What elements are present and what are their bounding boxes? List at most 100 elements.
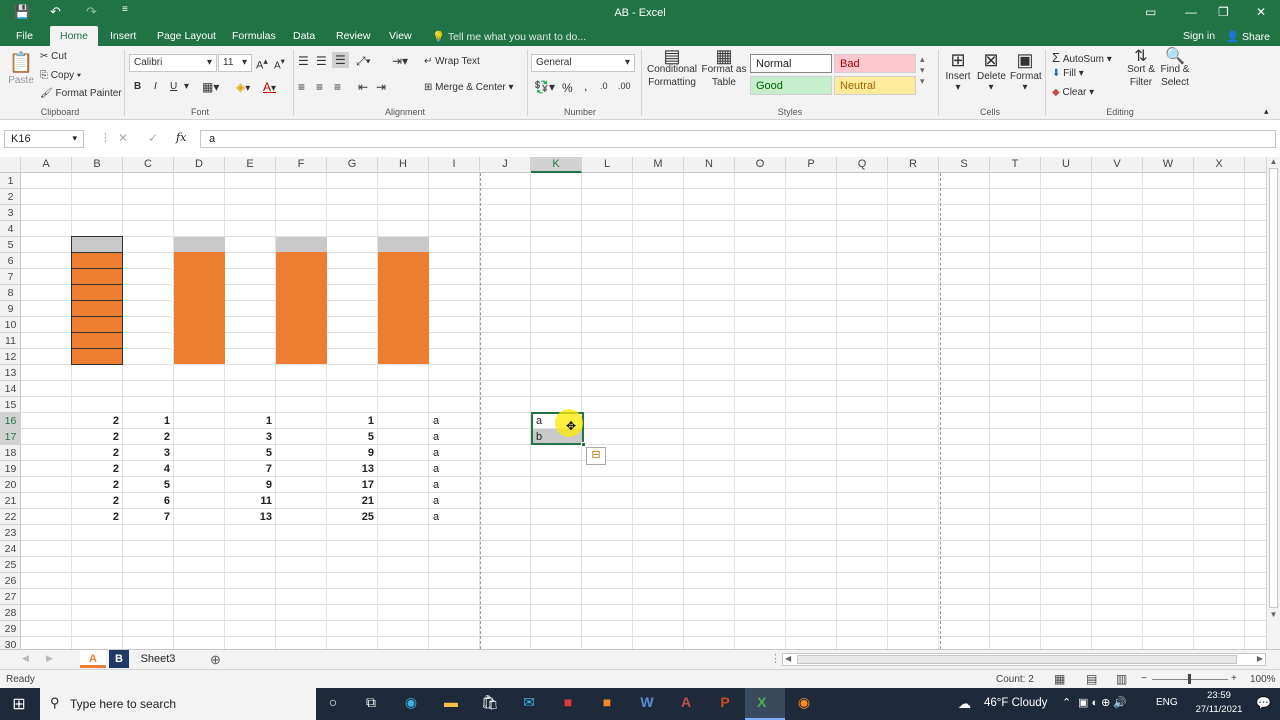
horizontal-scrollbar[interactable]: ◀ ▶ — [782, 653, 1266, 666]
windows-start-icon[interactable]: ⊞ — [8, 694, 30, 714]
prev-sheet-icon[interactable]: ◀ — [22, 653, 29, 664]
row-header-18[interactable]: 18 — [0, 445, 21, 461]
cell-c19[interactable]: 4 — [123, 461, 174, 477]
column-header-a[interactable]: A — [21, 157, 72, 173]
zoom-in-icon[interactable]: + — [1231, 673, 1237, 684]
cell-i21[interactable]: a — [429, 493, 480, 509]
column-header-i[interactable]: I — [429, 157, 480, 173]
cell-i20[interactable]: a — [429, 477, 480, 493]
sheet-tab-sheet3[interactable]: Sheet3 — [134, 650, 182, 668]
edge-icon[interactable]: ◉ — [400, 694, 422, 711]
font-size-decrease-button[interactable]: A▾ — [274, 56, 285, 71]
column-header-w[interactable]: W — [1143, 157, 1194, 173]
row-header-10[interactable]: 10 — [0, 317, 21, 333]
tab-insert[interactable]: Insert — [110, 30, 136, 42]
zoom-out-icon[interactable]: − — [1141, 673, 1147, 684]
row-header-27[interactable]: 27 — [0, 589, 21, 605]
cell-g16[interactable]: 1 — [327, 413, 378, 429]
row-header-12[interactable]: 12 — [0, 349, 21, 365]
style-normal[interactable]: Normal — [750, 54, 832, 73]
scroll-up-icon[interactable]: ▲ — [1267, 157, 1280, 166]
formula-input[interactable]: a — [200, 130, 1276, 148]
column-header-x[interactable]: X — [1194, 157, 1245, 173]
paste-button[interactable]: 📋 Paste — [8, 50, 34, 86]
bold-button[interactable]: B — [134, 81, 141, 92]
cancel-icon[interactable]: ✕ — [118, 131, 128, 145]
share-button[interactable]: 👤 Share — [1226, 30, 1270, 43]
cell-b17[interactable]: 2 — [72, 429, 123, 445]
align-left-icon[interactable]: ≡ — [298, 80, 305, 94]
row-header-26[interactable]: 26 — [0, 573, 21, 589]
column-header-e[interactable]: E — [225, 157, 276, 173]
row-header-24[interactable]: 24 — [0, 541, 21, 557]
currency-icon[interactable]: 💱▾ — [534, 80, 555, 94]
comma-style-button[interactable]: , — [584, 79, 587, 93]
delete-cells-button[interactable]: ⊠ Delete ▾ — [977, 50, 1006, 93]
underline-dropdown-icon[interactable]: ▾ — [184, 81, 189, 92]
row-header-19[interactable]: 19 — [0, 461, 21, 477]
tab-review[interactable]: Review — [336, 30, 370, 42]
filled-cell-h5[interactable] — [378, 237, 429, 252]
increase-decimal-icon[interactable]: .0 — [600, 81, 608, 91]
row-header-2[interactable]: 2 — [0, 189, 21, 205]
cell-e16[interactable]: 1 — [225, 413, 276, 429]
find-select-button[interactable]: 🔍 Find & Select — [1158, 49, 1192, 89]
fill-button[interactable]: ⬇ Fill ▾ — [1052, 68, 1084, 79]
column-header-k[interactable]: K — [531, 157, 582, 173]
clock-time[interactable]: 23:59 — [1196, 690, 1242, 701]
firefox-icon[interactable]: ◉ — [793, 694, 815, 711]
tab-formulas[interactable]: Formulas — [232, 30, 276, 42]
cell-e20[interactable]: 9 — [225, 477, 276, 493]
orange-block-h[interactable] — [378, 252, 429, 364]
styles-scroll-icon[interactable]: ▴ ▾ ▾ — [920, 54, 925, 87]
enter-icon[interactable]: ✓ — [148, 131, 158, 145]
clear-button[interactable]: ◆ Clear ▾ — [1052, 87, 1094, 98]
word-icon[interactable]: W — [636, 694, 658, 710]
cell-c22[interactable]: 7 — [123, 509, 174, 525]
column-header-d[interactable]: D — [174, 157, 225, 173]
cell-c18[interactable]: 3 — [123, 445, 174, 461]
quick-analysis-icon[interactable]: ⊟ — [586, 447, 606, 465]
filled-cell-f5[interactable] — [276, 237, 327, 252]
scroll-left-icon[interactable]: ◀ — [785, 654, 791, 663]
cortana-icon[interactable]: ○ — [322, 694, 344, 710]
restore-icon[interactable]: ❐ — [1218, 5, 1229, 19]
tray-icons[interactable]: ▣ ◐ ⊕ 🔊 — [1078, 696, 1127, 709]
name-box[interactable]: K16 ▾ — [4, 130, 84, 148]
app-red-icon[interactable]: ■ — [557, 694, 579, 710]
ribbon-display-icon[interactable]: ▭ — [1145, 5, 1156, 19]
tab-view[interactable]: View — [389, 30, 412, 42]
clock-date[interactable]: 27/11/2021 — [1194, 704, 1244, 715]
row-header-11[interactable]: 11 — [0, 333, 21, 349]
column-header-r[interactable]: R — [888, 157, 939, 173]
row-header-1[interactable]: 1 — [0, 173, 21, 189]
column-header-q[interactable]: Q — [837, 157, 888, 173]
taskbar-search[interactable]: ⚲ Type here to search — [40, 688, 316, 720]
align-center-icon[interactable]: ≡ — [316, 80, 323, 94]
tray-chevron-icon[interactable]: ⌃ — [1062, 696, 1071, 709]
row-header-7[interactable]: 7 — [0, 269, 21, 285]
cell-e17[interactable]: 3 — [225, 429, 276, 445]
cell-c16[interactable]: 1 — [123, 413, 174, 429]
indent-settings-icon[interactable]: ⇥▾ — [392, 54, 408, 68]
column-header-g[interactable]: G — [327, 157, 378, 173]
column-header-h[interactable]: H — [378, 157, 429, 173]
style-neutral[interactable]: Neutral — [834, 76, 916, 95]
row-header-21[interactable]: 21 — [0, 493, 21, 509]
row-header-25[interactable]: 25 — [0, 557, 21, 573]
vertical-scrollbar[interactable]: ▲ ▼ — [1266, 157, 1280, 649]
horizontal-scroll-thumb[interactable] — [797, 655, 1237, 664]
row-header-20[interactable]: 20 — [0, 477, 21, 493]
row-header-9[interactable]: 9 — [0, 301, 21, 317]
zoom-slider-thumb[interactable] — [1188, 674, 1191, 684]
cell-b21[interactable]: 2 — [72, 493, 123, 509]
row-header-17[interactable]: 17 — [0, 429, 21, 445]
merge-center-button[interactable]: ⊞ Merge & Center ▾ — [424, 82, 514, 93]
file-explorer-icon[interactable]: ▬ — [440, 694, 462, 710]
cell-b20[interactable]: 2 — [72, 477, 123, 493]
insert-function-button[interactable]: fx — [176, 131, 186, 144]
decrease-indent-icon[interactable]: ⇤ — [358, 80, 368, 94]
zoom-level[interactable]: 100% — [1250, 674, 1276, 685]
decrease-decimal-icon[interactable]: .00 — [618, 81, 631, 91]
orange-block-d[interactable] — [174, 252, 225, 364]
